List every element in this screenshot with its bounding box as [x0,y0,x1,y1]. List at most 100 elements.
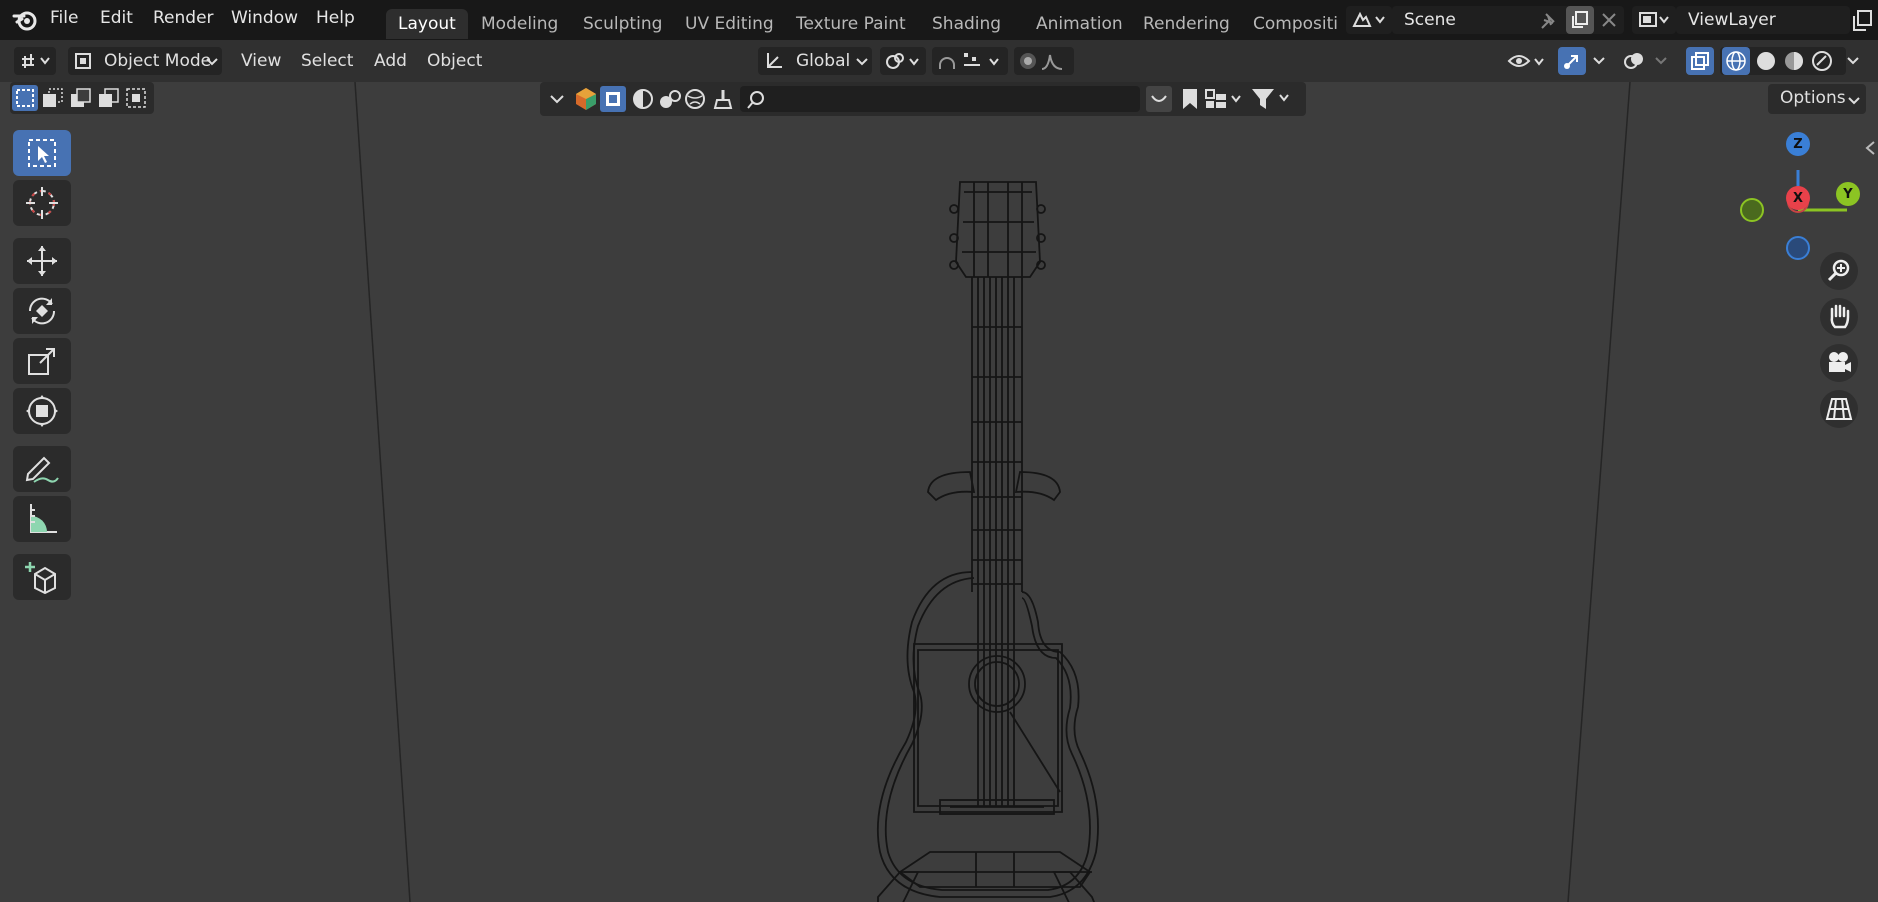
chevron-down-icon [1848,97,1860,105]
move-icon [27,246,57,276]
object-type-filter-icon[interactable] [574,87,598,111]
gizmo-dropdown[interactable] [1588,47,1610,75]
menu-file[interactable]: File [50,8,78,28]
select-new-icon [16,89,34,107]
tool-transform[interactable] [13,388,71,434]
pin-icon[interactable] [1536,10,1560,32]
selectable-icon [606,92,620,106]
transform-orientation-dropdown[interactable]: Global [758,47,872,75]
tool-cursor[interactable] [13,180,71,226]
tab-compositing[interactable]: Compositin [1241,9,1338,39]
select-subtract-icon[interactable] [70,88,92,108]
menu-help[interactable]: Help [316,8,355,28]
pan-button[interactable] [1820,298,1858,336]
tab-shading[interactable]: Shading [920,9,1013,39]
tab-sculpting[interactable]: Sculpting [571,9,674,39]
tool-measure[interactable] [13,496,71,542]
eye-icon [1507,55,1544,67]
chevron-down-icon [1593,57,1605,65]
menu-window[interactable]: Window [231,8,298,28]
blender-logo-icon[interactable] [12,8,38,32]
guitar-wireframe-object[interactable] [860,152,1120,902]
tab-uv-editing[interactable]: UV Editing [673,9,786,39]
mesh-filter-icon[interactable] [632,88,654,110]
view-layer-name-field[interactable]: ViewLayer [1676,6,1850,34]
editor-type-button[interactable] [14,47,56,75]
material-preview-button[interactable] [1780,47,1808,75]
pivot-point-dropdown[interactable] [880,47,926,75]
zoom-button[interactable] [1820,252,1858,290]
orientation-icon [767,53,782,68]
proportional-editing-icon [1020,53,1063,70]
options-dropdown[interactable]: Options [1768,84,1866,114]
menu-object[interactable]: Object [427,47,482,75]
tab-animation[interactable]: Animation [1024,9,1135,39]
camera-view-button[interactable] [1820,344,1858,382]
object-mode-icon [75,53,91,69]
tab-rendering[interactable]: Rendering [1131,9,1242,39]
tool-add-cube[interactable] [13,554,71,600]
annotate-pencil-icon [25,456,59,483]
collection-filter-icon[interactable] [1204,88,1244,110]
funnel-filter-icon[interactable] [1250,87,1296,111]
tab-modeling[interactable]: Modeling [469,9,570,39]
xray-toggle[interactable] [1686,47,1714,75]
visibility-dropdown[interactable] [1504,47,1550,75]
tool-rotate[interactable] [13,288,71,334]
menu-render[interactable]: Render [153,8,214,28]
grid-perspective-icon [1825,398,1853,420]
bookmark-icon[interactable] [1180,87,1200,111]
show-gizmo-toggle[interactable] [1558,47,1586,75]
brush-filter-icon[interactable] [712,88,734,110]
top-menu-bar: File Edit Render Window Help Layout Mode… [0,0,1878,40]
close-icon[interactable] [1600,11,1618,29]
snap-icon [939,53,999,69]
select-box-icon [28,139,56,167]
search-input[interactable] [740,86,1140,112]
scene-browse-button[interactable] [1346,6,1392,34]
light-filter-icon[interactable] [658,88,682,110]
world-filter-icon[interactable] [684,88,706,110]
menu-edit[interactable]: Edit [100,8,133,28]
new-scene-button[interactable] [1566,6,1594,34]
select-new-button[interactable] [12,85,38,111]
new-view-layer-icon[interactable] [1852,10,1874,32]
ortho-perspective-toggle[interactable] [1820,390,1858,428]
selectable-toggle[interactable] [600,86,626,112]
tool-annotate[interactable] [13,446,71,492]
filter-curve-toggle[interactable] [1146,86,1172,112]
axis-y-button[interactable]: Y [1836,182,1860,206]
workspace-tabs: Layout Modeling Sculpting UV Editing Tex… [386,0,1338,40]
menu-add[interactable]: Add [374,47,407,75]
3d-viewport[interactable]: Options Z Y X [0,82,1878,902]
menu-select[interactable]: Select [301,47,353,75]
solid-sphere-icon [1757,52,1775,70]
chevron-down-icon [856,58,868,66]
wireframe-shading-button[interactable] [1722,47,1750,75]
select-invert-icon[interactable] [98,88,120,108]
solid-shading-button[interactable] [1752,47,1780,75]
overlays-toggle[interactable] [1620,47,1648,75]
tool-scale[interactable] [13,338,71,384]
proportional-editing[interactable] [1014,47,1074,75]
tool-select-box[interactable] [13,130,71,176]
tab-layout[interactable]: Layout [386,9,468,39]
chevron-down-icon [1847,57,1859,65]
snap-controls[interactable] [932,47,1008,75]
duplicate-icon [1572,11,1588,28]
axis-x-button[interactable]: X [1786,186,1810,210]
overlays-icon [1624,53,1643,69]
chevron-down-icon[interactable] [550,94,564,104]
menu-view[interactable]: View [241,47,281,75]
view-layer-browse-button[interactable] [1632,6,1676,34]
select-extend-icon[interactable] [42,88,64,108]
overlays-dropdown[interactable] [1650,47,1672,75]
axis-z-button[interactable]: Z [1786,132,1810,156]
shading-dropdown[interactable] [1840,47,1866,75]
select-intersect-icon[interactable] [126,88,148,108]
add-cube-icon [25,562,56,594]
tab-texture-paint[interactable]: Texture Paint [784,9,918,39]
object-mode-dropdown[interactable]: Object Mode [68,47,222,75]
rendered-shading-button[interactable] [1808,47,1836,75]
tool-move[interactable] [13,238,71,284]
